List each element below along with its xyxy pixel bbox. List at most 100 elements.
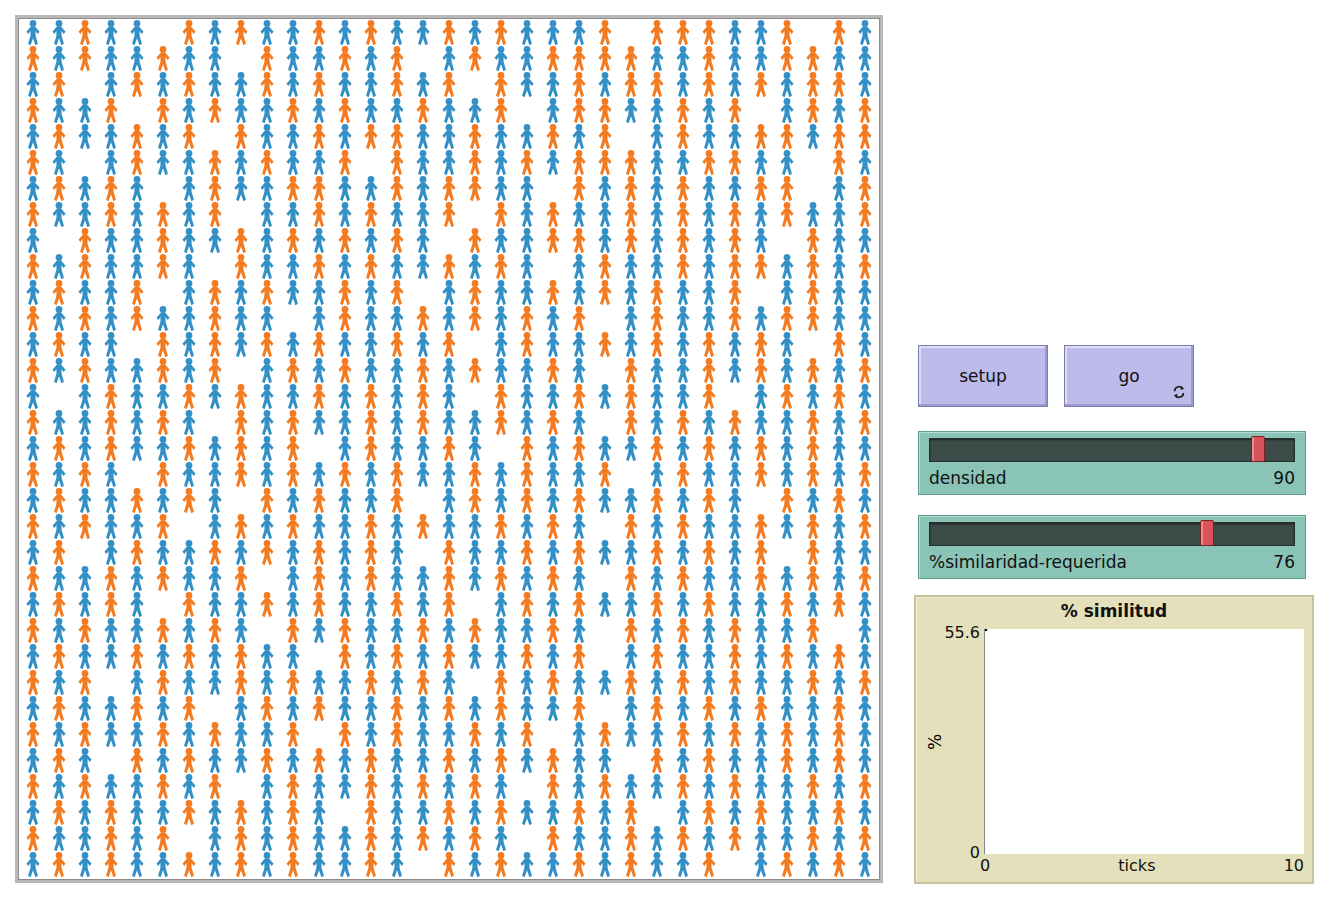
- agent: [306, 98, 332, 124]
- person-icon: [47, 461, 71, 489]
- person-icon: [411, 565, 435, 593]
- patch-row: [20, 46, 878, 72]
- person-icon: [489, 20, 513, 47]
- person-icon: [229, 513, 253, 541]
- agent: [774, 644, 800, 670]
- agent: [410, 774, 436, 800]
- person-icon: [47, 253, 71, 281]
- person-icon: [177, 331, 201, 359]
- empty-patch: [540, 176, 566, 202]
- agent: [748, 618, 774, 644]
- agent: [72, 462, 98, 488]
- person-icon: [21, 513, 45, 541]
- person-icon: [827, 149, 851, 177]
- agent: [592, 176, 618, 202]
- person-icon: [125, 20, 149, 47]
- agent: [384, 774, 410, 800]
- person-icon: [203, 487, 227, 515]
- agent: [722, 306, 748, 332]
- person-icon: [307, 253, 331, 281]
- patch-row: [20, 696, 878, 722]
- agent: [826, 150, 852, 176]
- person-icon: [645, 487, 669, 515]
- agent: [514, 254, 540, 280]
- empty-patch: [748, 280, 774, 306]
- agent: [332, 46, 358, 72]
- agent: [384, 176, 410, 202]
- person-icon: [567, 799, 591, 827]
- person-icon: [801, 643, 825, 671]
- agent: [540, 358, 566, 384]
- person-icon: [333, 149, 357, 177]
- person-icon: [749, 45, 773, 73]
- person-icon: [99, 591, 123, 619]
- agent: [488, 800, 514, 826]
- person-icon: [177, 123, 201, 151]
- person-icon: [541, 539, 565, 567]
- person-icon: [281, 721, 305, 749]
- empty-patch: [306, 722, 332, 748]
- agent: [306, 72, 332, 98]
- agent: [436, 592, 462, 618]
- person-icon: [99, 45, 123, 73]
- agent: [618, 358, 644, 384]
- agent: [852, 332, 878, 358]
- agent: [254, 202, 280, 228]
- agent: [358, 254, 384, 280]
- agent: [124, 566, 150, 592]
- agent: [566, 72, 592, 98]
- agent: [488, 748, 514, 774]
- person-icon: [47, 591, 71, 619]
- agent: [202, 202, 228, 228]
- person-icon: [827, 747, 851, 775]
- person-icon: [385, 253, 409, 281]
- person-icon: [827, 305, 851, 333]
- person-icon: [281, 799, 305, 827]
- person-icon: [385, 695, 409, 723]
- person-icon: [229, 721, 253, 749]
- agent: [124, 358, 150, 384]
- agent: [384, 436, 410, 462]
- person-icon: [385, 669, 409, 697]
- person-icon: [853, 305, 877, 333]
- person-icon: [515, 643, 539, 671]
- agent: [124, 540, 150, 566]
- agent: [410, 20, 436, 46]
- person-icon: [723, 487, 747, 515]
- agent: [254, 280, 280, 306]
- person-icon: [307, 565, 331, 593]
- person-icon: [541, 357, 565, 385]
- agent: [436, 722, 462, 748]
- person-icon: [749, 357, 773, 385]
- person-icon: [541, 201, 565, 229]
- person-icon: [801, 357, 825, 385]
- person-icon: [593, 799, 617, 827]
- person-icon: [385, 617, 409, 645]
- person-icon: [203, 721, 227, 749]
- person-icon: [99, 20, 123, 47]
- person-icon: [567, 123, 591, 151]
- agent: [46, 462, 72, 488]
- empty-patch: [462, 384, 488, 410]
- agent: [826, 280, 852, 306]
- agent: [72, 644, 98, 670]
- agent: [280, 514, 306, 540]
- agent: [462, 462, 488, 488]
- person-icon: [177, 799, 201, 827]
- person-icon: [697, 123, 721, 151]
- person-icon: [515, 123, 539, 151]
- person-icon: [749, 20, 773, 47]
- person-icon: [593, 669, 617, 697]
- person-icon: [723, 409, 747, 437]
- empty-patch: [124, 462, 150, 488]
- person-icon: [359, 695, 383, 723]
- agent: [306, 46, 332, 72]
- agent: [462, 124, 488, 150]
- agent: [852, 280, 878, 306]
- agent: [98, 332, 124, 358]
- agent: [696, 98, 722, 124]
- agent: [722, 566, 748, 592]
- agent: [20, 176, 46, 202]
- person-icon: [177, 97, 201, 125]
- person-icon: [515, 747, 539, 775]
